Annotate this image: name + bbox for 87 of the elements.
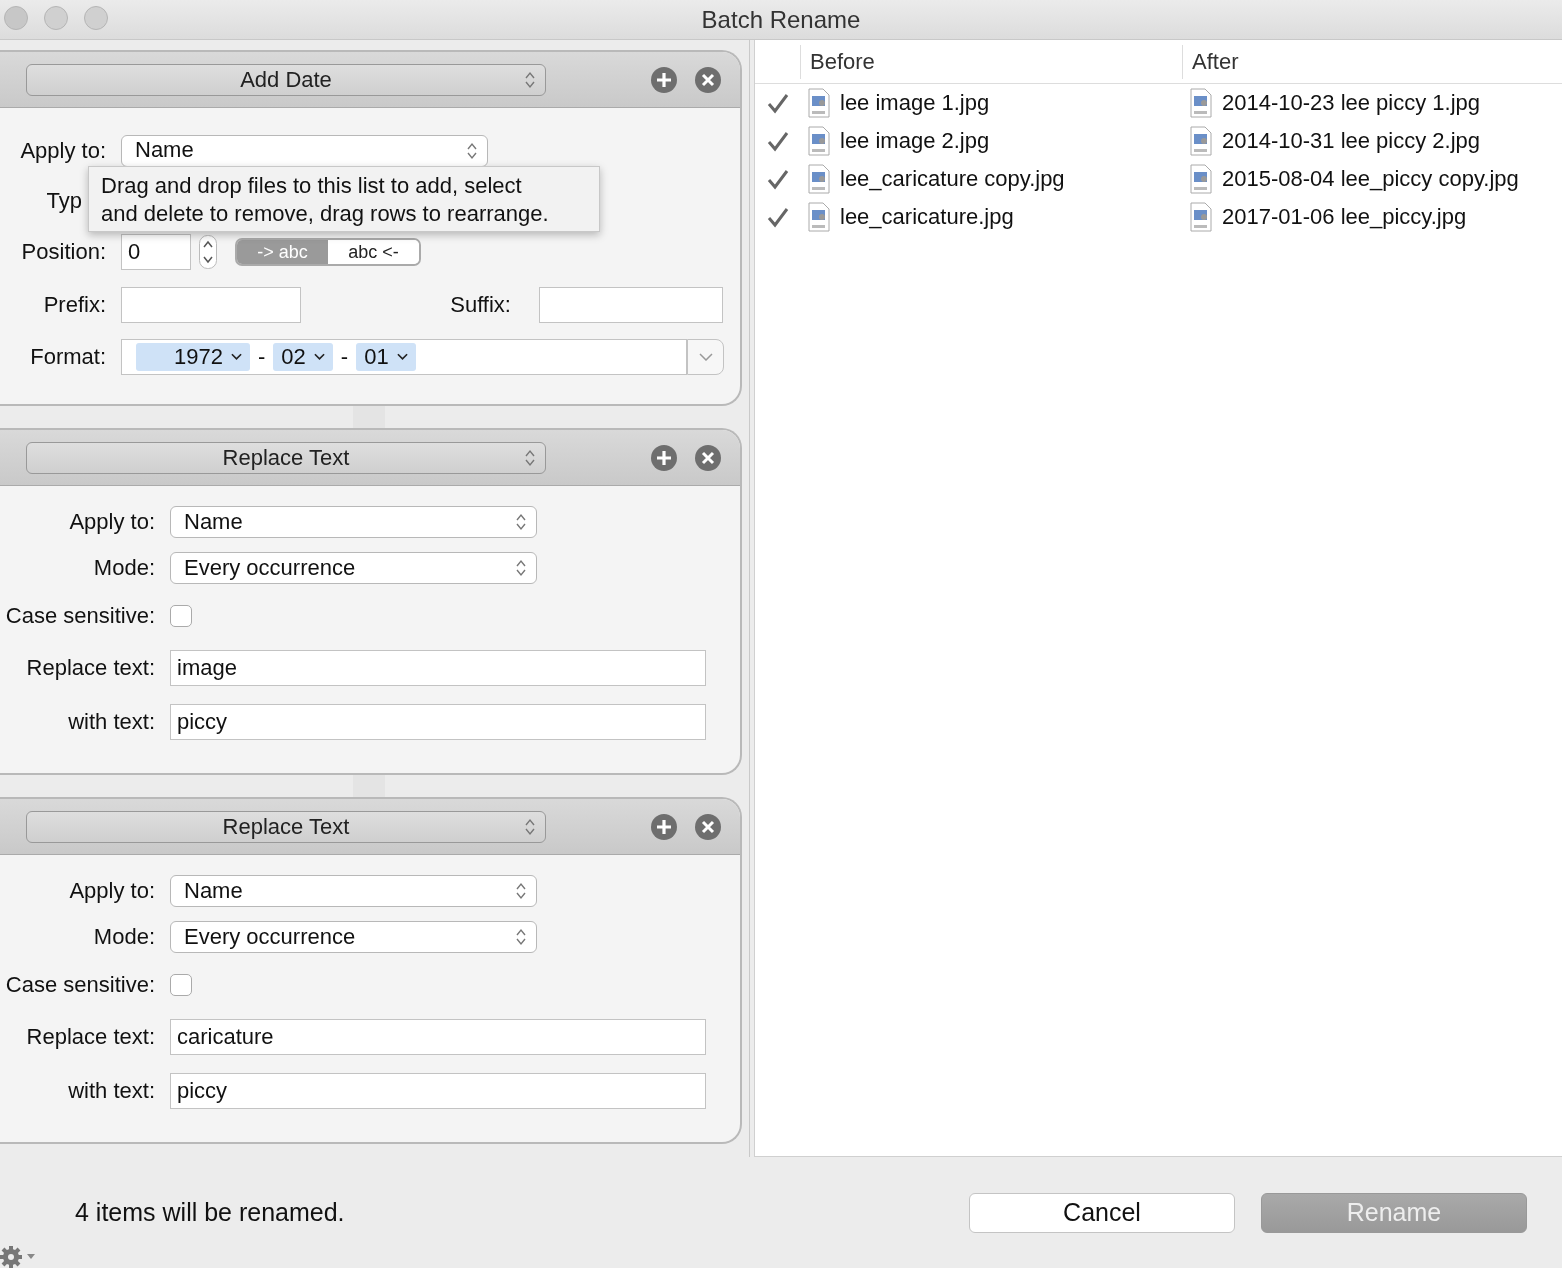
up-down-arrows-icon — [516, 928, 526, 946]
image-file-icon — [808, 164, 830, 194]
checkbox[interactable] — [170, 605, 192, 627]
text-field[interactable]: piccy — [170, 704, 706, 740]
checkmark-icon[interactable] — [765, 129, 790, 153]
field-label: Suffix: — [449, 292, 512, 318]
chevron-icon — [698, 353, 713, 361]
checkmark-icon[interactable] — [765, 91, 790, 115]
file-name: 2014-10-31 lee piccy 2.jpg — [1222, 128, 1481, 154]
popup-button[interactable]: Name — [170, 506, 537, 538]
stepper[interactable] — [199, 235, 217, 269]
field-label: Replace text: — [25, 1024, 156, 1050]
popup-button[interactable]: Every occurrence — [170, 552, 537, 584]
popup-button[interactable]: Name — [170, 875, 537, 907]
up-down-arrows-icon — [525, 817, 535, 836]
field-label: Case sensitive: — [4, 972, 156, 998]
field-label: with text: — [67, 709, 156, 735]
popup-button[interactable]: Every occurrence — [170, 921, 537, 953]
tooltip: Drag and drop files to this list to add, select and delete to remove, drag rows to rearrange. — [88, 166, 600, 232]
field-label: Position: — [20, 239, 107, 265]
up-down-arrows-icon — [516, 882, 526, 900]
file-name: 2014-10-23 lee piccy 1.jpg — [1222, 90, 1481, 116]
prefix-field[interactable] — [121, 287, 301, 323]
file-name: 2015-08-04 lee_piccy copy.jpg — [1222, 166, 1519, 192]
image-file-icon — [1190, 164, 1212, 194]
up-down-arrows-icon — [525, 70, 535, 89]
field-label: Mode: — [92, 924, 156, 950]
image-file-icon — [1190, 88, 1212, 118]
chevron-icon — [396, 353, 408, 361]
column-header[interactable]: Before — [800, 44, 1182, 79]
image-file-icon — [1190, 126, 1212, 156]
image-file-icon — [1190, 202, 1212, 232]
chevron-icon — [313, 353, 325, 361]
field-label: Format: — [29, 344, 107, 370]
image-file-icon — [808, 126, 830, 156]
apply-to-popup[interactable]: Name — [121, 135, 488, 167]
image-file-icon — [808, 88, 830, 118]
up-down-arrows-icon — [516, 559, 526, 577]
text-field[interactable]: caricature — [170, 1019, 706, 1055]
close-icon[interactable] — [694, 443, 722, 472]
text-field[interactable]: piccy — [170, 1073, 706, 1109]
image-file-icon — [808, 202, 830, 232]
date-token[interactable]: 1972 — [136, 343, 250, 371]
panel-connector — [353, 406, 385, 428]
add-icon[interactable] — [650, 812, 678, 841]
field-label: Case sensitive: — [4, 603, 156, 629]
date-separator: - — [339, 344, 350, 370]
close-icon[interactable] — [694, 65, 722, 94]
action-popup[interactable]: Replace Text — [26, 810, 546, 843]
action-popup[interactable]: Add Date — [26, 63, 546, 96]
direction-segment[interactable]: abc <- — [328, 240, 419, 264]
file-name: lee image 1.jpg — [840, 90, 990, 116]
date-token[interactable]: 02 — [273, 343, 333, 371]
add-icon[interactable] — [650, 65, 678, 94]
suffix-field[interactable] — [539, 287, 723, 323]
action-popup[interactable]: Replace Text — [26, 441, 546, 474]
panel-connector — [353, 775, 385, 797]
field-label: Apply to: — [19, 138, 107, 164]
date-separator: - — [257, 344, 267, 370]
file-name: lee image 2.jpg — [840, 128, 990, 154]
format-field[interactable]: 1972 - 02 - 01 — [121, 339, 687, 375]
settings-icon[interactable] — [0, 1244, 38, 1268]
checkbox[interactable] — [170, 974, 192, 996]
cancel-button[interactable]: Cancel — [969, 1192, 1235, 1233]
field-label: Mode: — [92, 555, 156, 581]
up-down-arrows-icon — [467, 142, 477, 160]
status-text: 4 items will be renamed. — [75, 1198, 345, 1227]
file-name: lee_caricature copy.jpg — [840, 166, 1065, 192]
checkmark-icon[interactable] — [765, 167, 790, 191]
field-label: Replace text: — [25, 655, 156, 681]
chevron-icon — [231, 353, 242, 361]
position-field[interactable]: 0 — [121, 234, 191, 270]
add-icon[interactable] — [650, 443, 678, 472]
file-name: lee_caricature.jpg — [840, 204, 1014, 230]
column-header[interactable]: After — [1182, 44, 1562, 79]
field-label: Prefix: — [42, 292, 107, 318]
date-token[interactable]: 01 — [356, 343, 416, 371]
up-down-arrows-icon — [516, 513, 526, 531]
window-title: Batch Rename — [701, 5, 861, 34]
field-label: Apply to: — [68, 509, 156, 535]
checkmark-icon[interactable] — [765, 205, 790, 229]
text-field[interactable]: image — [170, 650, 706, 686]
field-label: with text: — [67, 1078, 156, 1104]
field-label: Apply to: — [68, 878, 156, 904]
file-name: 2017-01-06 lee_piccy.jpg — [1222, 204, 1467, 230]
up-down-arrows-icon — [525, 448, 535, 467]
close-icon[interactable] — [694, 812, 722, 841]
